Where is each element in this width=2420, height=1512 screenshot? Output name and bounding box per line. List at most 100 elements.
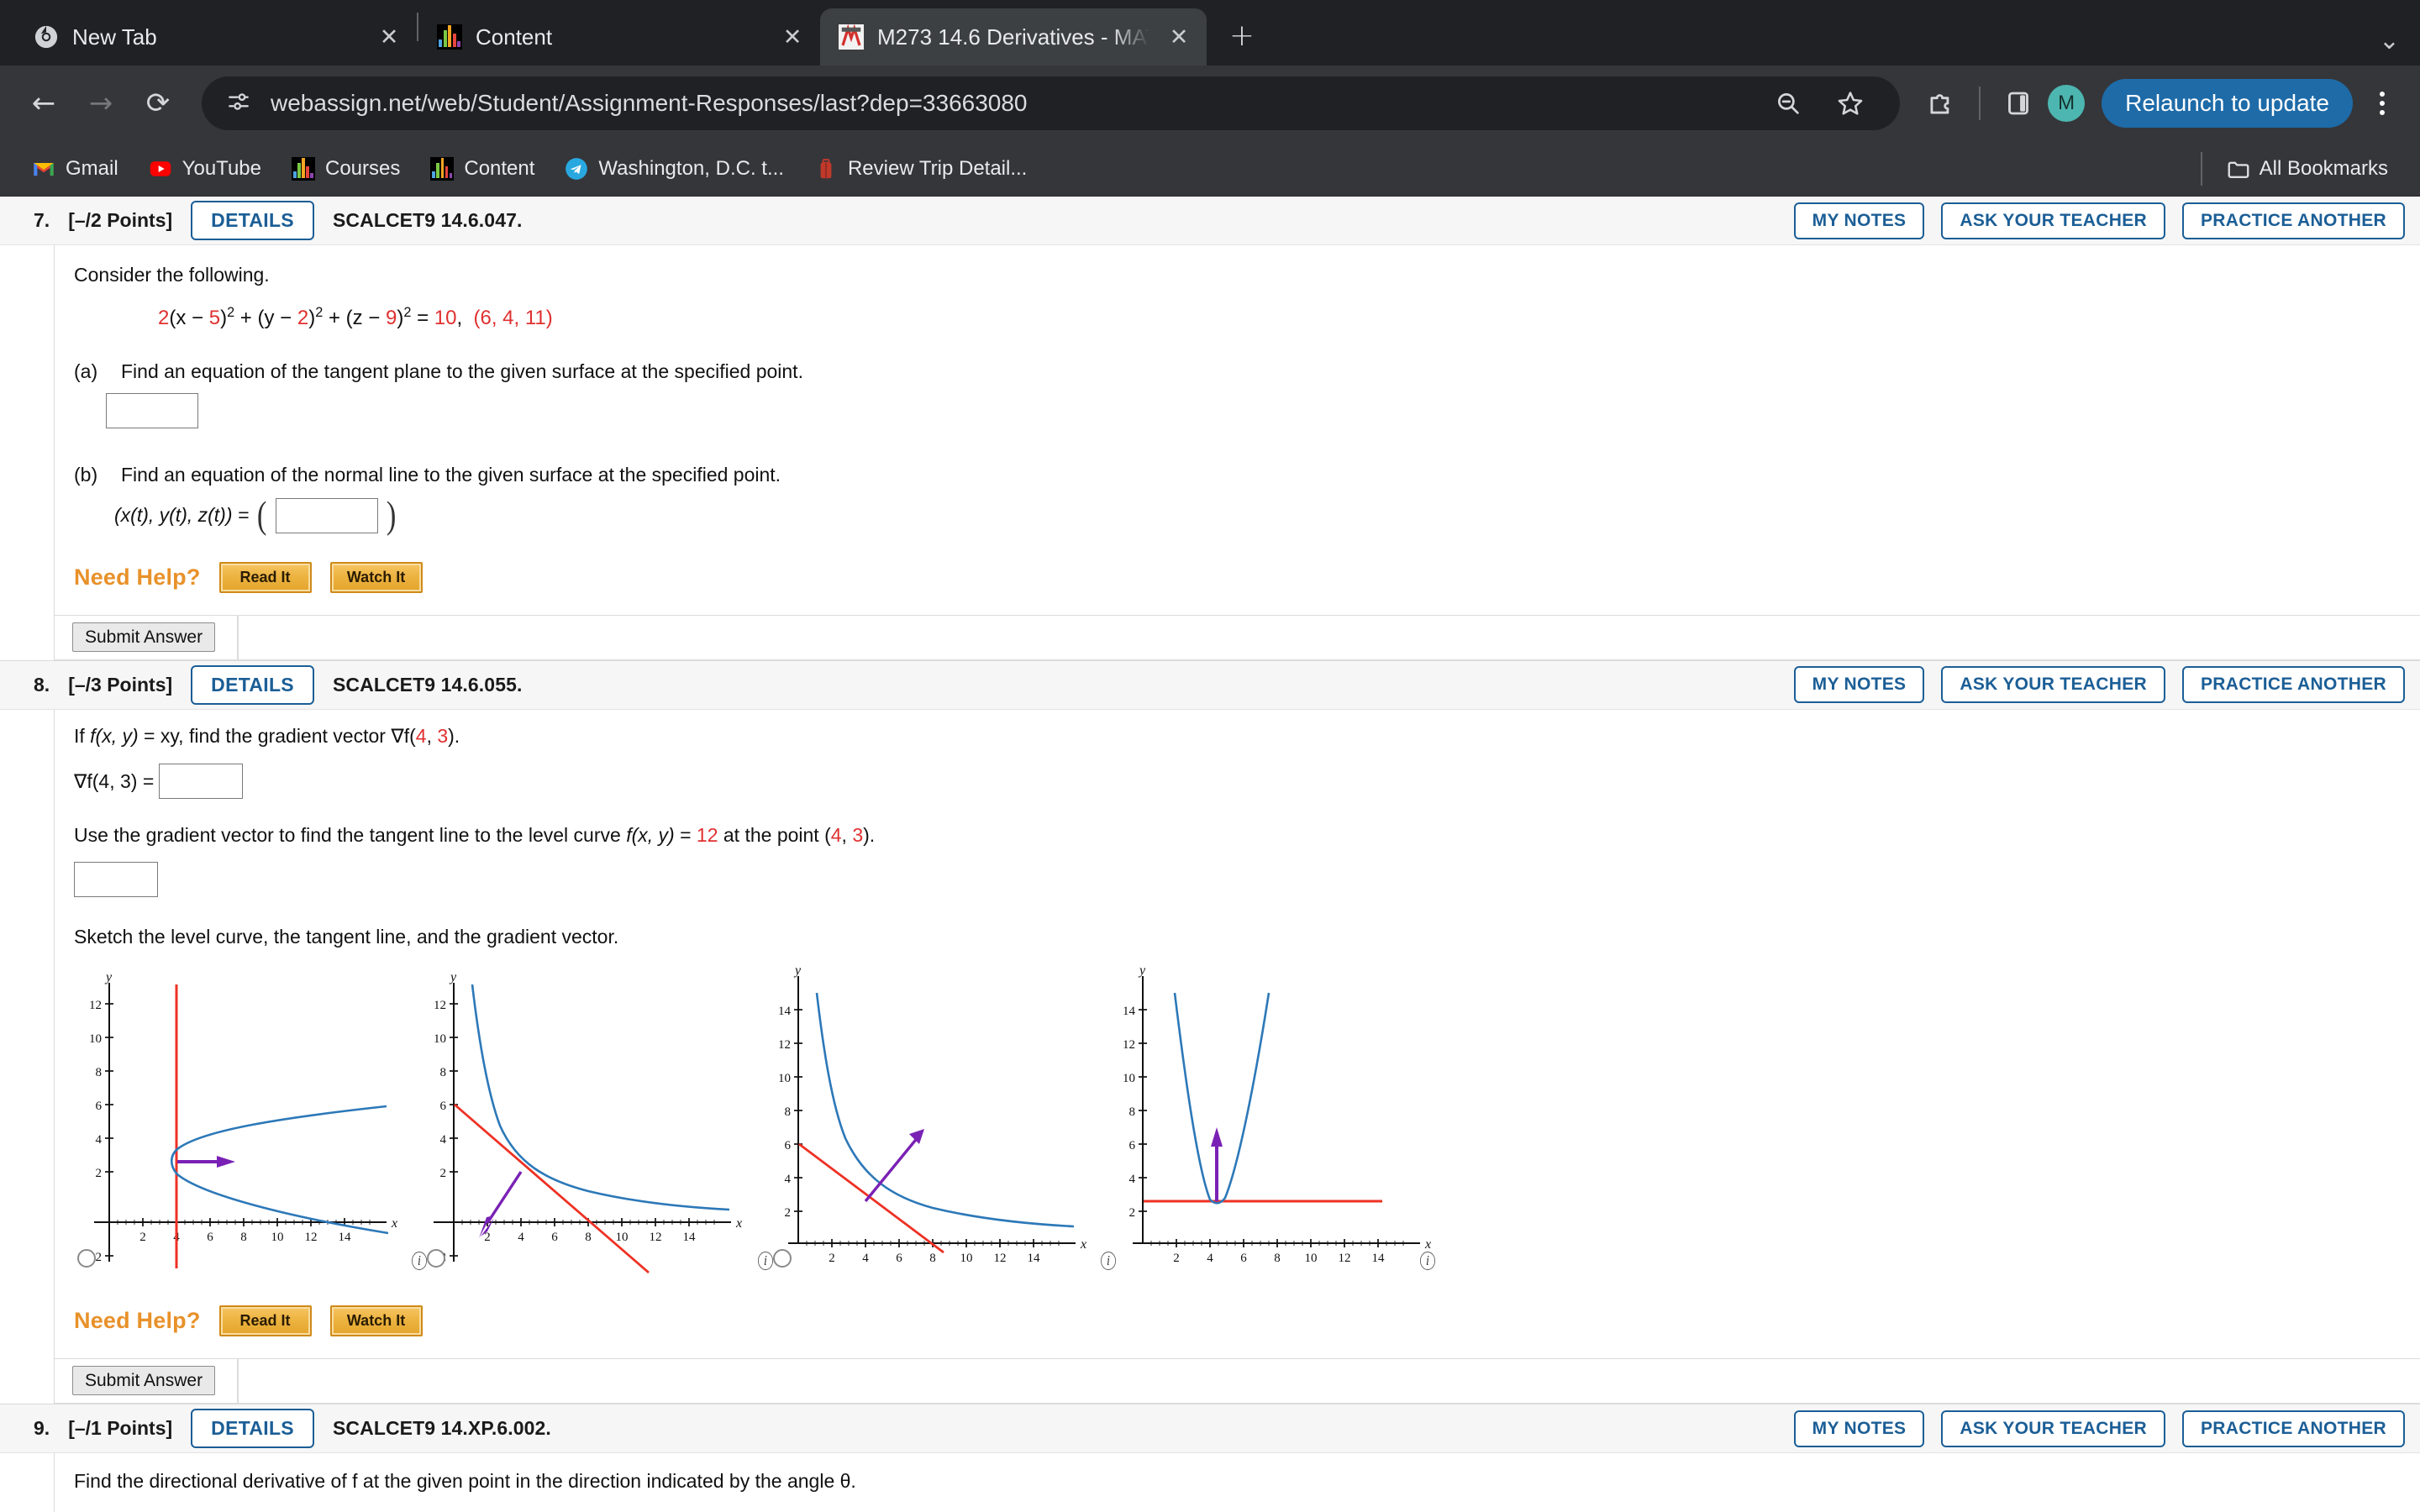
- question-9-body: Find the directional derivative of f at …: [0, 1453, 2420, 1512]
- question-7: 7. [–/2 Points] DETAILS SCALCET9 14.6.04…: [0, 197, 2420, 661]
- svg-text:10: 10: [1305, 1252, 1318, 1265]
- q7-x0: 5: [208, 306, 221, 329]
- tab-content[interactable]: Content ✕: [418, 8, 820, 66]
- graph-c-radio[interactable]: [773, 1249, 792, 1268]
- q7-need-help: Need Help? Read It Watch It: [74, 561, 2420, 593]
- graph-a[interactable]: y x 2 6 8 10 12 14 12108 642: [76, 966, 412, 1277]
- close-icon[interactable]: ✕: [1163, 21, 1195, 53]
- bookmark-gmail[interactable]: Gmail: [18, 150, 132, 187]
- q7-point: (6, 4, 11): [473, 306, 553, 329]
- svg-text:2: 2: [440, 1167, 447, 1180]
- q8-gradient-input[interactable]: [159, 764, 244, 799]
- relaunch-to-update-button[interactable]: Relaunch to update: [2102, 79, 2353, 128]
- graph-a-radio[interactable]: [77, 1249, 96, 1268]
- reload-icon[interactable]: ⟳: [133, 78, 183, 129]
- svg-text:6: 6: [1240, 1252, 1247, 1265]
- close-icon[interactable]: ✕: [776, 21, 808, 53]
- svg-text:14: 14: [1372, 1252, 1386, 1265]
- tab-new-tab[interactable]: New Tab ✕: [15, 8, 417, 66]
- question-9-actions: MY NOTES ASK YOUR TEACHER PRACTICE ANOTH…: [1793, 1410, 2405, 1447]
- svg-text:6: 6: [96, 1100, 103, 1113]
- practice-another-button[interactable]: PRACTICE ANOTHER: [2181, 1410, 2405, 1447]
- read-it-button[interactable]: Read It: [218, 561, 312, 593]
- question-points: [–/1 Points]: [68, 1417, 173, 1439]
- chevron-down-icon[interactable]: ⌄: [2379, 26, 2400, 55]
- svg-text:2: 2: [1129, 1206, 1136, 1220]
- graph-a-info-icon[interactable]: i: [411, 1252, 428, 1270]
- graph-d-info-icon[interactable]: i: [1419, 1252, 1436, 1270]
- q8-gradient-prefix: ∇f(4, 3) =: [74, 769, 155, 792]
- svg-text:10: 10: [960, 1252, 973, 1265]
- my-notes-button[interactable]: MY NOTES: [1793, 202, 1925, 239]
- svg-text:2: 2: [96, 1167, 103, 1180]
- practice-another-button[interactable]: PRACTICE ANOTHER: [2181, 666, 2405, 703]
- ask-your-teacher-button[interactable]: ASK YOUR TEACHER: [1941, 202, 2165, 239]
- svg-text:12: 12: [434, 999, 446, 1012]
- close-icon[interactable]: ✕: [373, 21, 405, 53]
- q7-tangent-plane-input[interactable]: [106, 392, 198, 428]
- q7-rhs: 10: [434, 306, 457, 329]
- bookmark-label: Gmail: [66, 156, 118, 180]
- submit-answer-button[interactable]: Submit Answer: [72, 1366, 216, 1395]
- watch-it-button[interactable]: Watch It: [329, 561, 423, 593]
- zoom-out-icon[interactable]: [1765, 81, 1811, 126]
- practice-another-button[interactable]: PRACTICE ANOTHER: [2181, 202, 2405, 239]
- bookmark-label: YouTube: [182, 156, 261, 180]
- back-icon[interactable]: ←: [18, 78, 69, 129]
- graph-b-info-icon[interactable]: i: [757, 1252, 774, 1270]
- svg-text:4: 4: [785, 1173, 792, 1186]
- svg-text:8: 8: [929, 1252, 936, 1265]
- my-notes-button[interactable]: MY NOTES: [1793, 1410, 1925, 1447]
- open-paren: (: [257, 493, 267, 537]
- watch-it-button[interactable]: Watch It: [329, 1305, 423, 1336]
- chrome-icon: [34, 24, 59, 50]
- q7-exp2: 2: [315, 304, 324, 320]
- star-icon[interactable]: [1828, 81, 1873, 126]
- three-dot-menu-icon[interactable]: [2363, 79, 2402, 128]
- graph-d[interactable]: y x 2 4 6 8 10 12 14 141210 8642: [1109, 966, 1445, 1277]
- bookmark-courses[interactable]: Courses: [278, 150, 413, 187]
- browser-window: New Tab ✕ Content ✕ M273 14.6 Derivative…: [0, 0, 2420, 1512]
- svg-text:12: 12: [778, 1038, 791, 1052]
- bookmark-review-trip[interactable]: Review Trip Detail...: [801, 150, 1040, 187]
- avatar[interactable]: M: [2048, 85, 2086, 122]
- new-tab-button[interactable]: +: [1220, 13, 1264, 57]
- graph-option-a: y x 2 6 8 10 12 14 12 10 8 6 4 2: [76, 966, 420, 1277]
- read-it-button[interactable]: Read It: [218, 1305, 312, 1336]
- q8-submit-fill: [238, 1359, 2420, 1404]
- ask-your-teacher-button[interactable]: ASK YOUR TEACHER: [1941, 1410, 2165, 1447]
- graph-c-info-icon[interactable]: i: [1100, 1252, 1117, 1270]
- details-button[interactable]: DETAILS: [191, 201, 314, 240]
- side-panel-icon[interactable]: [1996, 81, 2041, 126]
- graph-c[interactable]: y x 2 4 6 8 10 12 14 141210 8642: [765, 966, 1101, 1277]
- q7-answer-b-wrap: (x(t), y(t), z(t)) = ( ): [74, 486, 2420, 537]
- q8-sketch-text: Sketch the level curve, the tangent line…: [74, 925, 619, 948]
- q8-l1x: 4: [415, 724, 427, 747]
- my-notes-button[interactable]: MY NOTES: [1793, 666, 1925, 703]
- q8-need-help: Need Help? Read It Watch It: [74, 1305, 2420, 1336]
- bookmark-content[interactable]: Content: [417, 150, 548, 187]
- question-8: 8. [–/3 Points] DETAILS SCALCET9 14.6.05…: [0, 660, 2420, 1404]
- graph-b-radio[interactable]: [427, 1249, 445, 1268]
- q8-tangent-line-input[interactable]: [74, 861, 158, 897]
- svg-text:8: 8: [1274, 1252, 1281, 1265]
- extensions-icon[interactable]: [1918, 81, 1964, 126]
- address-bar[interactable]: webassign.net/web/Student/Assignment-Res…: [202, 76, 1901, 130]
- all-bookmarks-button[interactable]: All Bookmarks: [2212, 150, 2402, 187]
- tab-webassign[interactable]: M273 14.6 Derivatives - MAT ✕: [820, 8, 1207, 66]
- bookmark-washington-dc[interactable]: Washington, D.C. t...: [551, 150, 797, 187]
- bookmark-youtube[interactable]: YouTube: [135, 150, 275, 187]
- submit-answer-button[interactable]: Submit Answer: [72, 622, 216, 652]
- part-text: Find an equation of the normal line to t…: [121, 463, 781, 486]
- luggage-icon: [814, 157, 838, 181]
- details-button[interactable]: DETAILS: [191, 1409, 314, 1448]
- ask-your-teacher-button[interactable]: ASK YOUR TEACHER: [1941, 666, 2165, 703]
- graph-b[interactable]: y x 2 4 6 8 10 12 14 12108 642: [420, 966, 756, 1277]
- q7-zpart: + (z −: [323, 306, 386, 329]
- svg-text:x: x: [1080, 1237, 1086, 1252]
- q7-xpart: (x −: [169, 306, 209, 329]
- forward-icon[interactable]: →: [76, 78, 126, 129]
- details-button[interactable]: DETAILS: [191, 664, 314, 705]
- page-settings-icon[interactable]: [225, 88, 252, 119]
- q7-normal-line-input[interactable]: [275, 497, 378, 533]
